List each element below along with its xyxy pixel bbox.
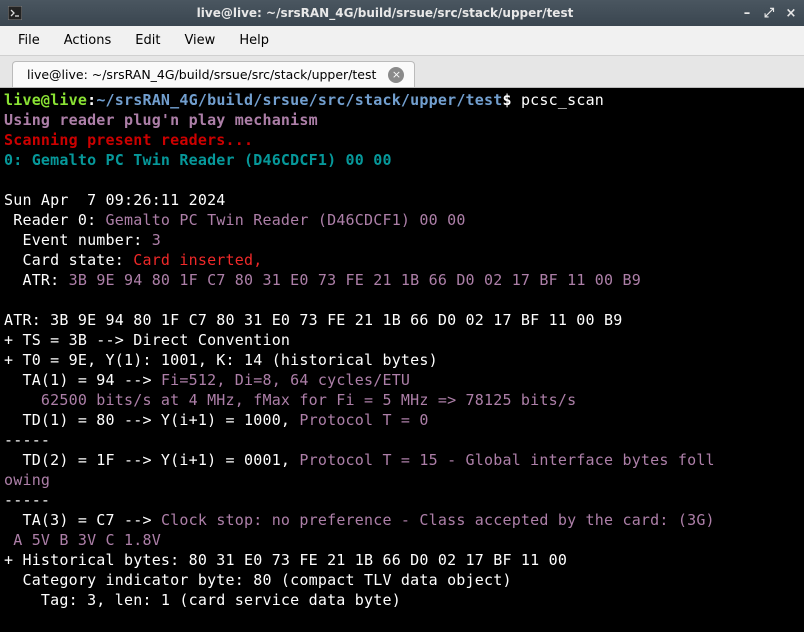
menu-edit[interactable]: Edit (123, 29, 172, 52)
out-ta1-c: 62500 bits/s at 4 MHz, fMax for Fi = 5 M… (4, 391, 576, 409)
prompt-tilde: ~ (96, 91, 105, 109)
out-ta3-c: A 5V B 3V C 1.8V (4, 531, 161, 549)
terminal-output[interactable]: live@live:~/srsRAN_4G/build/srsue/src/st… (0, 88, 804, 632)
out-event-label: Event number: (4, 231, 152, 249)
minimize-button[interactable]: – (740, 6, 754, 20)
window-title: live@live: ~/srsRAN_4G/build/srsue/src/s… (30, 6, 740, 20)
prompt-dollar: $ (502, 91, 520, 109)
out-dash: ----- (4, 431, 50, 449)
tab-label: live@live: ~/srsRAN_4G/build/srsue/src/s… (27, 67, 376, 82)
out-line: Using reader plug'n play mechanism (4, 111, 318, 129)
out-blank (4, 291, 13, 309)
app-icon (6, 4, 24, 22)
menu-help[interactable]: Help (227, 29, 281, 52)
out-ta3-a: TA(3) = C7 --> (4, 511, 161, 529)
out-td2-c: owing (4, 471, 50, 489)
prompt-command: pcsc_scan (521, 91, 604, 109)
out-td1-b: Protocol T = 0 (299, 411, 428, 429)
out-hist: + Historical bytes: 80 31 E0 73 FE 21 1B… (4, 551, 567, 569)
out-td2-b: Protocol T = 15 - Global interface bytes… (299, 451, 714, 469)
out-ts-line: + TS = 3B --> Direct Convention (4, 331, 290, 349)
prompt-colon: : (87, 91, 96, 109)
window-titlebar: live@live: ~/srsRAN_4G/build/srsue/src/s… (0, 0, 804, 26)
menu-actions[interactable]: Actions (52, 29, 124, 52)
prompt-userhost: live@live (4, 91, 87, 109)
terminal-tab[interactable]: live@live: ~/srsRAN_4G/build/srsue/src/s… (12, 61, 415, 87)
prompt-path: /srsRAN_4G/build/srsue/src/stack/upper/t… (106, 91, 503, 109)
out-reader-value: Gemalto PC Twin Reader (D46CDCF1) 00 00 (106, 211, 466, 229)
out-blank (4, 171, 13, 189)
out-ta1-a: TA(1) = 94 --> (4, 371, 161, 389)
out-atr2: ATR: 3B 9E 94 80 1F C7 80 31 E0 73 FE 21… (4, 311, 622, 329)
out-cat: Category indicator byte: 80 (compact TLV… (4, 571, 512, 589)
out-atr-label: ATR: (4, 271, 69, 289)
out-cardstate-value: Card inserted, (133, 251, 271, 269)
out-atr-value: 3B 9E 94 80 1F C7 80 31 E0 73 FE 21 1B 6… (69, 271, 641, 289)
close-window-button[interactable]: × (784, 6, 798, 20)
tab-bar: live@live: ~/srsRAN_4G/build/srsue/src/s… (0, 56, 804, 88)
out-t0: + T0 = 9E, Y(1): 1001, K: 14 (historical… (4, 351, 438, 369)
out-cardstate-label: Card state: (4, 251, 133, 269)
out-timestamp: Sun Apr 7 09:26:11 2024 (4, 191, 226, 209)
out-ta1-b: Fi=512, Di=8, 64 cycles/ETU (161, 371, 410, 389)
menubar: File Actions Edit View Help (0, 26, 804, 56)
out-td1-a: TD(1) = 80 --> Y(i+1) = 1000, (4, 411, 299, 429)
maximize-button[interactable]: ⤢ (762, 6, 776, 20)
out-td2-a: TD(2) = 1F --> Y(i+1) = 0001, (4, 451, 299, 469)
out-line: Scanning present readers... (4, 131, 253, 149)
tab-close-icon[interactable]: × (388, 67, 404, 83)
menu-view[interactable]: View (172, 29, 227, 52)
out-reader-label: Reader 0: (4, 211, 106, 229)
out-tag: Tag: 3, len: 1 (card service data byte) (4, 591, 401, 609)
menu-file[interactable]: File (6, 29, 52, 52)
out-line: 0: Gemalto PC Twin Reader (D46CDCF1) 00 … (4, 151, 392, 169)
out-event-value: 3 (152, 231, 161, 249)
out-dash2: ----- (4, 491, 50, 509)
out-ta3-b: Clock stop: no preference - Class accept… (161, 511, 715, 529)
